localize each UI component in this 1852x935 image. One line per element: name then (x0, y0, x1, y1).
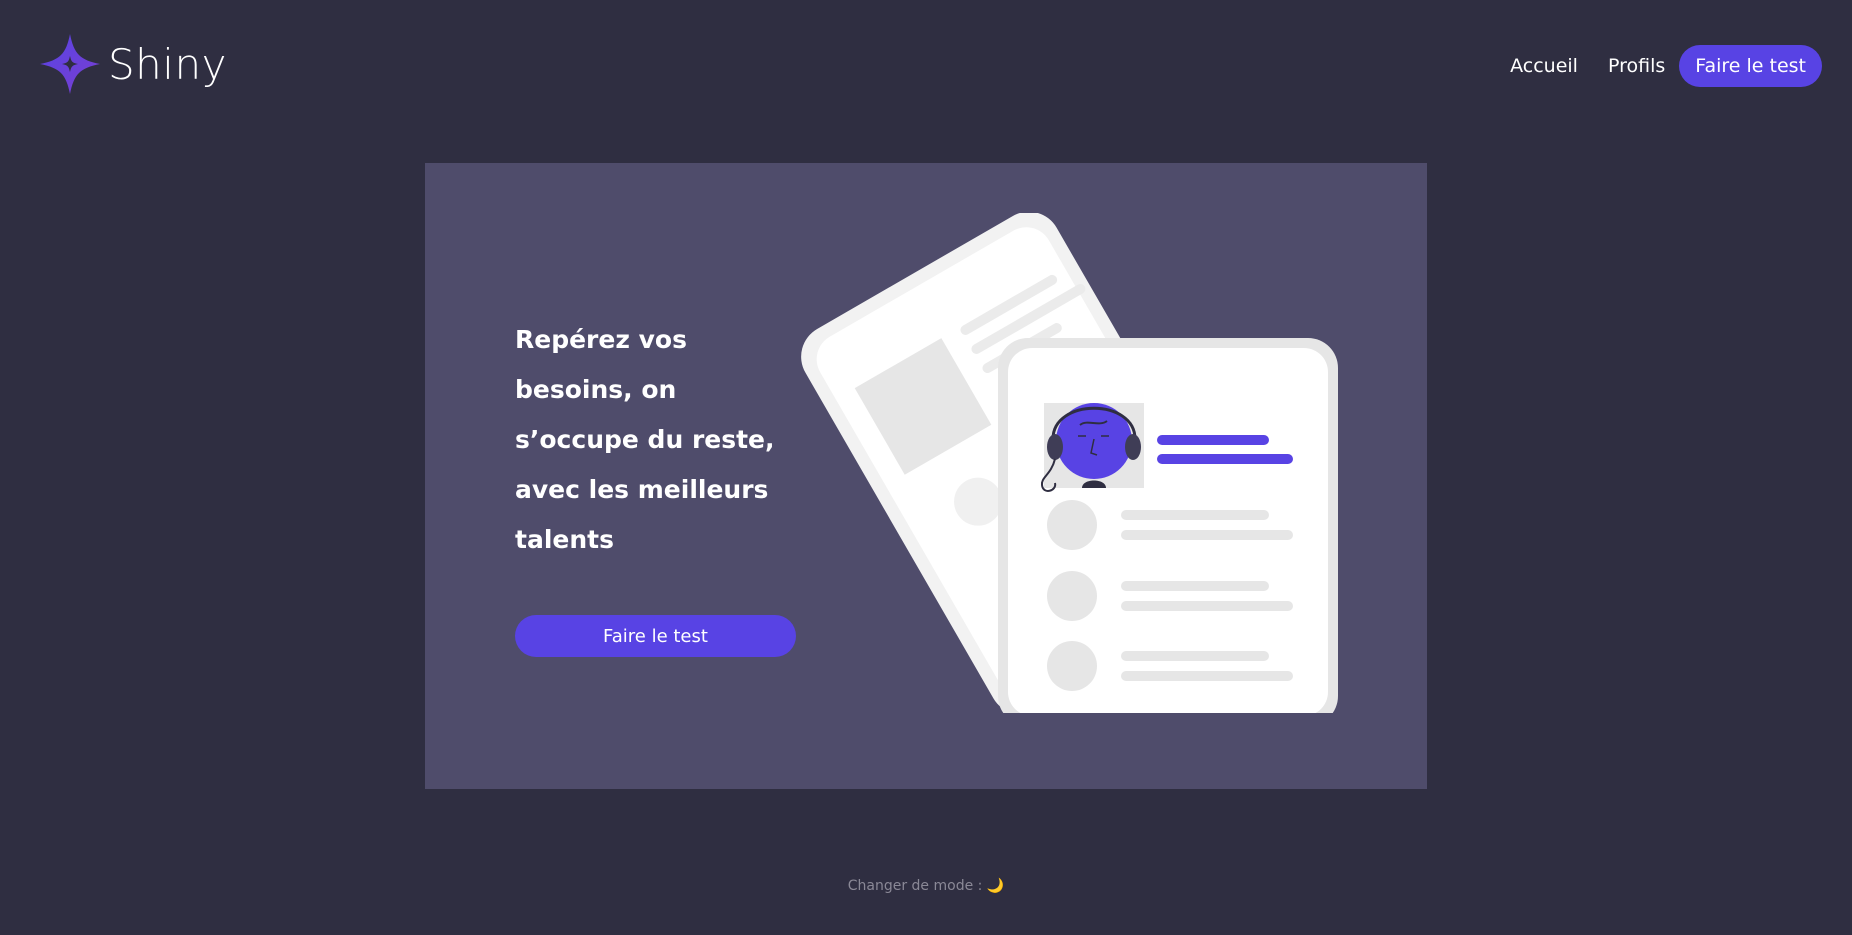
nav-test-button[interactable]: Faire le test (1679, 45, 1822, 87)
hero-panel: Repérez vos besoins, on s’occupe du rest… (425, 163, 1427, 789)
nav-link-profils[interactable]: Profils (1608, 55, 1665, 77)
brand-name: Shiny (108, 39, 227, 89)
main-nav: Accueil Profils Faire le test (1480, 45, 1822, 87)
nav-link-accueil[interactable]: Accueil (1510, 55, 1578, 77)
mode-toggle[interactable]: Changer de mode : 🌙 (848, 878, 1005, 894)
front-card (998, 338, 1338, 713)
mode-toggle-label: Changer de mode : (847, 878, 987, 894)
footer: Changer de mode : 🌙 (0, 878, 1852, 894)
logo-link[interactable]: Shiny (38, 32, 227, 96)
hero-test-button[interactable]: Faire le test (515, 615, 796, 657)
star-logo-icon (40, 34, 100, 94)
profile-cards-illustration (801, 213, 1338, 713)
header: Shiny Accueil Profils Faire le test (0, 0, 1852, 130)
hero-title: Repérez vos besoins, on s’occupe du rest… (515, 325, 775, 554)
moon-icon: 🌙 (986, 878, 1005, 894)
